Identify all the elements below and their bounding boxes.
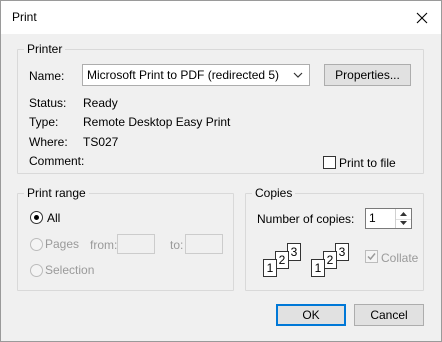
cancel-button[interactable]: Cancel [354,304,424,326]
status-value: Ready [83,96,118,110]
comment-label: Comment: [29,154,85,168]
radio-all[interactable] [30,211,43,224]
printer-name-select[interactable]: Microsoft Print to PDF (redirected 5) [82,64,310,86]
to-page-input[interactable] [185,234,223,254]
page-3-icon: 3 [287,243,301,261]
collate-label[interactable]: Collate [381,251,418,265]
printer-group-label: Printer [24,42,66,56]
close-button[interactable] [403,1,441,34]
type-value: Remote Desktop Easy Print [83,115,231,129]
print-to-file-label[interactable]: Print to file [339,156,396,170]
copies-value: 1 [369,211,376,225]
properties-button-label: Properties... [335,68,400,82]
radio-selection[interactable] [30,264,43,277]
print-dialog: Print Printer Name: Microsoft Print to P… [0,0,442,342]
type-label: Type: [29,115,59,129]
radio-pages-label[interactable]: Pages [45,237,79,251]
triangle-up-icon [400,211,407,216]
collate-checkbox[interactable] [365,250,378,263]
from-label: from: [90,238,118,252]
to-label: to: [170,238,184,252]
print-to-file-checkbox[interactable] [323,156,336,169]
print-range-group-label: Print range [24,186,89,200]
where-label: Where: [29,135,68,149]
page-2-icon: 2 [275,251,289,269]
ok-button[interactable]: OK [276,304,346,326]
dialog-title: Print [12,10,37,24]
spin-down-button[interactable] [396,219,411,229]
radio-all-label[interactable]: All [47,211,60,225]
radio-pages[interactable] [30,238,43,251]
page-1-icon: 1 [311,259,325,277]
ok-button-label: OK [302,308,320,322]
name-label: Name: [29,69,65,83]
status-label: Status: [29,96,67,110]
chevron-down-icon [293,72,303,78]
where-value: TS027 [83,135,119,149]
properties-button[interactable]: Properties... [324,64,411,86]
title-bar: Print [1,1,441,34]
spinner-buttons [395,209,411,228]
printer-name-value: Microsoft Print to PDF (redirected 5) [87,68,280,82]
number-of-copies-label: Number of copies: [257,212,355,226]
close-icon [416,12,428,23]
radio-selected-dot [34,215,39,220]
page-2-icon: 2 [323,251,337,269]
radio-selection-label[interactable]: Selection [45,263,94,277]
triangle-down-icon [400,221,407,226]
from-page-input[interactable] [117,234,155,254]
cancel-button-label: Cancel [370,308,408,322]
checkmark-icon [367,253,376,261]
page-1-icon: 1 [263,259,277,277]
copies-spinner[interactable]: 1 [365,208,412,229]
page-3-icon: 3 [335,243,349,261]
copies-group-label: Copies [252,186,296,200]
